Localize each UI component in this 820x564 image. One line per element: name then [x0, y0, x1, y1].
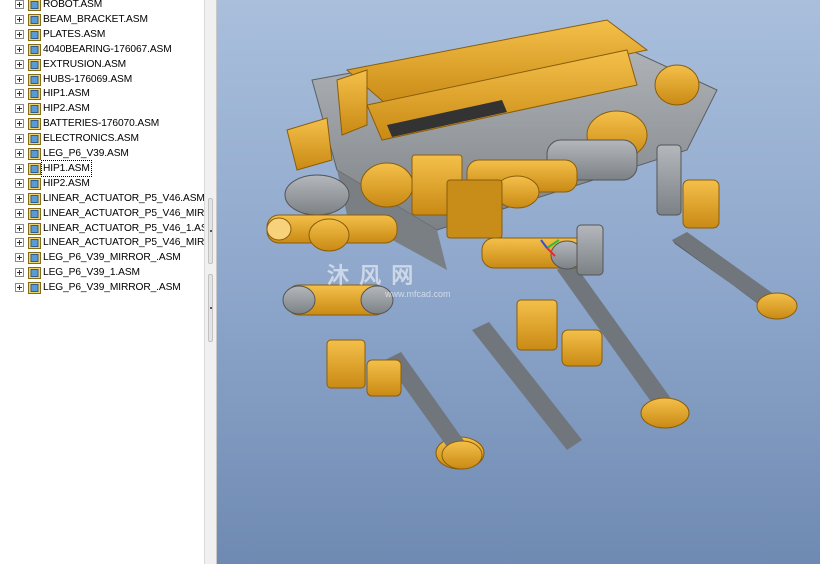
assembly-icon [28, 236, 41, 250]
tree-item-label: LEG_P6_V39.ASM [43, 148, 129, 159]
assembly-icon [28, 43, 41, 56]
plus-expander-icon[interactable] [15, 59, 24, 69]
sash-grip-icon [210, 307, 212, 309]
tree-item[interactable]: LEG_P6_V39.ASM [0, 146, 204, 161]
watermark-url: www.mfcad.com [385, 289, 451, 299]
tree-item-label: LINEAR_ACTUATOR_P5_V46_MIRROR [43, 207, 204, 219]
tree-item-label: PLATES.ASM [43, 28, 106, 40]
tree-item[interactable]: 4040BEARING-176067.ASM [0, 42, 204, 57]
plus-expander-icon[interactable] [15, 283, 24, 293]
plus-expander-icon[interactable] [15, 268, 24, 278]
plus-expander-icon[interactable] [15, 193, 24, 203]
tree-item[interactable]: HIP2.ASM [0, 101, 204, 116]
tree-item[interactable]: LINEAR_ACTUATOR_P5_V46_1.ASM [0, 221, 204, 236]
tree-item[interactable]: BEAM_BRACKET.ASM [0, 12, 204, 27]
plus-expander-icon[interactable] [15, 223, 24, 233]
tree-item-label: HIP1.ASM [41, 159, 92, 177]
tree-item[interactable]: HIP1.ASM [0, 86, 204, 101]
watermark-text: 沐 风 网 [327, 263, 416, 288]
robot-model[interactable] [217, 0, 820, 564]
tree-item-label: LINEAR_ACTUATOR_P5_V46_MIRROR [43, 237, 204, 249]
assembly-icon [28, 117, 41, 131]
assembly-icon [28, 28, 41, 41]
tree-item[interactable]: LINEAR_ACTUATOR_P5_V46.ASM [0, 191, 204, 206]
tree-item-label: HIP2.ASM [43, 103, 90, 115]
tree-item-label: LEG_P6_V39_MIRROR_.ASM [43, 252, 181, 264]
tree-item[interactable]: LINEAR_ACTUATOR_P5_V46_MIRROR [0, 206, 204, 221]
plus-expander-icon[interactable] [15, 178, 24, 188]
tree-item[interactable]: LEG_P6_V39_MIRROR_.ASM [0, 280, 204, 295]
plus-expander-icon[interactable] [15, 119, 24, 129]
leg-rail-rear-right [672, 232, 798, 320]
plus-expander-icon[interactable] [15, 134, 24, 144]
assembly-icon [28, 281, 41, 295]
assembly-icon [28, 87, 41, 101]
assembly-icon [28, 207, 41, 220]
tree-item[interactable]: HIP1.ASM [0, 159, 204, 177]
panel-splitter[interactable] [204, 0, 217, 564]
lower-leg-front-left [282, 284, 402, 397]
sash-grip-icon [210, 230, 212, 232]
assembly-icon [28, 251, 41, 265]
tree-item-label: LINEAR_ACTUATOR_P5_V46_1.ASM [43, 222, 204, 234]
tree-item[interactable]: ROBOT.ASM [0, 0, 204, 12]
plus-expander-icon[interactable] [15, 89, 24, 99]
tree-item[interactable]: EXTRUSION.ASM [0, 57, 204, 72]
assembly-icon [28, 162, 41, 175]
tree-item[interactable]: BATTERIES-176070.ASM [0, 116, 204, 131]
assembly-icon [28, 132, 41, 146]
tree-item[interactable]: LEG_P6_V39_MIRROR_.ASM [0, 250, 204, 265]
plus-expander-icon[interactable] [15, 104, 24, 114]
assembly-icon [28, 147, 41, 160]
tree-item-label: LEG_P6_V39_MIRROR_.ASM [43, 282, 181, 294]
tree-item-label: HUBS-176069.ASM [43, 73, 133, 85]
assembly-icon [28, 0, 41, 11]
plus-expander-icon[interactable] [15, 149, 24, 158]
tree-item-label: BEAM_BRACKET.ASM [43, 13, 148, 25]
tree-item[interactable]: HIP2.ASM [0, 176, 204, 191]
tree-item[interactable]: HUBS-176069.ASM [0, 72, 204, 87]
assembly-icon [28, 177, 41, 190]
tree-item-label: LINEAR_ACTUATOR_P5_V46.ASM [43, 192, 204, 204]
tree-item-label: LEG_P6_V39_1.ASM [43, 267, 140, 279]
assembly-icon [28, 222, 41, 235]
assembly-icon [28, 73, 41, 86]
graphics-viewport[interactable]: 沐 风 网 www.mfcad.com [217, 0, 820, 564]
plus-expander-icon[interactable] [15, 14, 24, 24]
plus-expander-icon[interactable] [15, 29, 24, 39]
plus-expander-icon[interactable] [15, 44, 24, 54]
assembly-icon [28, 192, 41, 205]
plus-expander-icon[interactable] [15, 238, 24, 248]
assembly-icon [28, 13, 41, 26]
model-tree-panel[interactable]: ROBOT.ASM BEAM_BRACKET.ASM PLATES.ASM 4040B… [0, 0, 204, 564]
tree-item-label: ELECTRONICS.ASM [43, 133, 139, 145]
plus-expander-icon[interactable] [15, 253, 24, 263]
assembly-icon [28, 102, 41, 116]
tree-item-label: HIP1.ASM [43, 88, 90, 100]
tree-item[interactable]: PLATES.ASM [0, 27, 204, 42]
plus-expander-icon[interactable] [15, 0, 24, 9]
plus-expander-icon[interactable] [15, 163, 24, 173]
tree-item-label: 4040BEARING-176067.ASM [43, 43, 172, 55]
assembly-icon [28, 266, 41, 280]
tree-item[interactable]: LINEAR_ACTUATOR_P5_V46_MIRROR [0, 235, 204, 250]
tree-item-label: EXTRUSION.ASM [43, 58, 127, 70]
tree-item[interactable]: LEG_P6_V39_1.ASM [0, 265, 204, 280]
tree-item-label: ROBOT.ASM [43, 0, 103, 10]
plus-expander-icon[interactable] [15, 208, 24, 218]
tree-item-label: BATTERIES-176070.ASM [43, 118, 160, 130]
assembly-icon [28, 58, 41, 71]
tree-item-label: HIP2.ASM [43, 177, 90, 189]
plus-expander-icon[interactable] [15, 74, 24, 84]
tree-item[interactable]: ELECTRONICS.ASM [0, 131, 204, 146]
